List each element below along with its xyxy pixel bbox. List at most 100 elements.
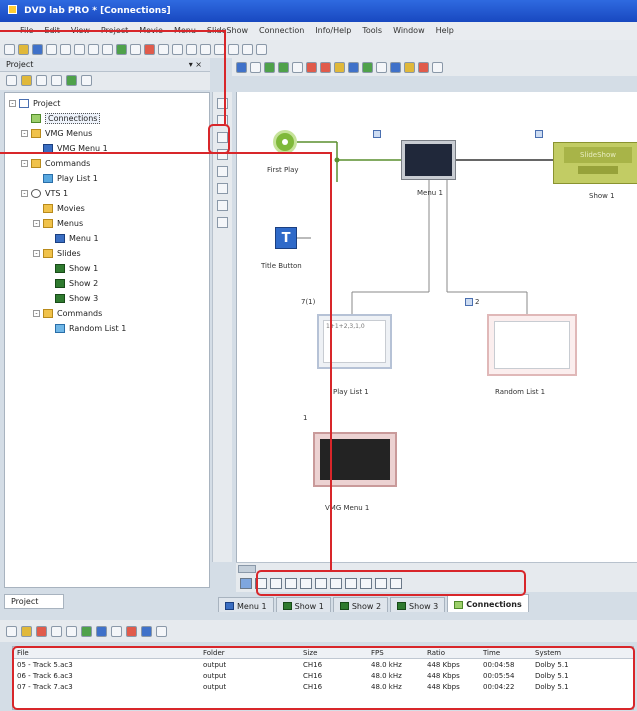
new-icon[interactable] xyxy=(4,43,15,55)
layout-icon-1[interactable] xyxy=(240,577,252,589)
column-header-time[interactable]: Time xyxy=(479,649,531,657)
redo-icon[interactable] xyxy=(102,43,113,55)
save-icon[interactable] xyxy=(32,43,43,55)
layout-icon-5[interactable] xyxy=(300,577,312,589)
menu-item-tools[interactable]: Tools xyxy=(362,26,382,35)
menu-item-menu[interactable]: Menu xyxy=(174,26,196,35)
menu-item-info-help[interactable]: Info/Help xyxy=(315,26,351,35)
search-icon[interactable] xyxy=(242,43,253,55)
tree-item[interactable]: Play List 1 xyxy=(5,171,209,186)
refresh-icon[interactable] xyxy=(66,75,77,86)
layout-icon-3[interactable] xyxy=(270,577,282,589)
tree-item[interactable]: Show 3 xyxy=(5,291,209,306)
link-icon[interactable] xyxy=(264,61,275,73)
subtitle-icon[interactable] xyxy=(126,625,137,637)
fit-icon[interactable] xyxy=(292,61,303,73)
menu-item-view[interactable]: View xyxy=(71,26,90,35)
layout-icon-4[interactable] xyxy=(285,577,297,589)
connect-tool-icon[interactable] xyxy=(217,115,228,126)
tree-item[interactable]: - Commands xyxy=(5,156,209,171)
movie-icon[interactable] xyxy=(130,43,141,55)
column-header-folder[interactable]: Folder xyxy=(199,649,299,657)
show1-node[interactable]: SlideShow xyxy=(553,142,637,184)
title-button-node[interactable]: T xyxy=(275,227,297,249)
view-icon[interactable] xyxy=(6,625,17,637)
menu-item-file[interactable]: File xyxy=(20,26,33,35)
tab-menu-1[interactable]: Menu 1 xyxy=(218,597,274,612)
layout-icon-9[interactable] xyxy=(360,577,372,589)
tree-icon[interactable] xyxy=(250,61,261,73)
project-tab[interactable]: Project xyxy=(4,594,64,609)
menu-item-slideshow[interactable]: SlideShow xyxy=(207,26,248,35)
tree-item[interactable]: - VTS 1 xyxy=(5,186,209,201)
tree-item[interactable]: Connections xyxy=(5,111,209,126)
paste-icon[interactable] xyxy=(74,43,85,55)
settings-icon[interactable] xyxy=(256,43,267,55)
zoom-tool-icon[interactable] xyxy=(217,217,228,228)
properties-icon[interactable] xyxy=(36,75,47,86)
layout-icon[interactable] xyxy=(236,61,247,73)
canvas-scrollbar[interactable] xyxy=(236,562,637,574)
grid-icon[interactable] xyxy=(186,43,197,55)
menu-item-edit[interactable]: Edit xyxy=(44,26,60,35)
shape-tool-icon[interactable] xyxy=(217,166,228,177)
tree-item[interactable]: - Slides xyxy=(5,246,209,261)
tab-connections[interactable]: Connections xyxy=(447,594,529,612)
remove-icon[interactable] xyxy=(36,625,47,637)
connect-icon[interactable] xyxy=(116,43,127,55)
folder-icon[interactable] xyxy=(404,61,415,73)
plus-tool-icon[interactable] xyxy=(217,132,228,143)
tree-item[interactable]: - Menus xyxy=(5,216,209,231)
end-action-icon[interactable] xyxy=(306,61,317,73)
tree-item[interactable]: Show 2 xyxy=(5,276,209,291)
frame-icon[interactable] xyxy=(228,43,239,55)
tree-item[interactable]: Show 1 xyxy=(5,261,209,276)
menu1-node[interactable] xyxy=(401,140,456,180)
play-icon[interactable] xyxy=(320,61,331,73)
color-icon[interactable] xyxy=(418,61,429,73)
expand-icon[interactable]: - xyxy=(21,130,28,137)
expand-icon[interactable]: - xyxy=(21,160,28,167)
expand-icon[interactable]: - xyxy=(33,220,40,227)
props-icon[interactable] xyxy=(156,625,167,637)
random-list1-node[interactable] xyxy=(487,314,577,376)
undo-icon[interactable] xyxy=(88,43,99,55)
add-show-icon[interactable] xyxy=(362,61,373,73)
tab-show-3[interactable]: Show 3 xyxy=(390,597,446,612)
playlist1-node[interactable]: 1+1+2,3,1,0 xyxy=(317,314,392,369)
delete-icon[interactable] xyxy=(51,75,62,86)
table-row[interactable]: 07 - Track 7.ac3 output CH16 48.0 kHz 448 Kb… xyxy=(13,681,633,692)
panel-pin-icon[interactable]: ▾ × xyxy=(189,60,202,69)
cut-icon[interactable] xyxy=(46,43,57,55)
layout-icon-10[interactable] xyxy=(375,577,387,589)
filter-icon[interactable] xyxy=(81,75,92,86)
preview-icon[interactable] xyxy=(144,43,155,55)
audio-icon[interactable] xyxy=(81,625,92,637)
image-icon[interactable] xyxy=(111,625,122,637)
layout-icon-2[interactable] xyxy=(255,577,267,589)
layout-icon-6[interactable] xyxy=(315,577,327,589)
menu-item-connection[interactable]: Connection xyxy=(259,26,304,35)
menu-item-help[interactable]: Help xyxy=(436,26,454,35)
layout-icon-7[interactable] xyxy=(330,577,342,589)
project-tree[interactable]: - Project Connections - VMG Menus VMG Menu 1 -… xyxy=(4,92,210,588)
menu-item-window[interactable]: Window xyxy=(393,26,425,35)
table-row[interactable]: 05 - Track 5.ac3 output CH16 48.0 kHz 448 Kb… xyxy=(13,659,633,670)
expand-icon[interactable]: - xyxy=(21,190,28,197)
add-list-icon[interactable] xyxy=(376,61,387,73)
import-icon[interactable] xyxy=(21,625,32,637)
column-header-sys[interactable]: System xyxy=(531,649,631,657)
vmg-menu1-node[interactable] xyxy=(313,432,397,487)
asset-file-table[interactable]: File Folder Size FPS Ratio Time System 05 - Tra… xyxy=(12,646,634,710)
tree-item[interactable]: - VMG Menus xyxy=(5,126,209,141)
tree-item[interactable]: VMG Menu 1 xyxy=(5,141,209,156)
tab-show-1[interactable]: Show 1 xyxy=(275,597,331,612)
open-icon[interactable] xyxy=(18,43,29,55)
layout-icon-11[interactable] xyxy=(390,577,402,589)
tree-item[interactable]: Movies xyxy=(5,201,209,216)
column-header-ratio[interactable]: Ratio xyxy=(423,649,479,657)
table-row[interactable]: 06 - Track 6.ac3 output CH16 48.0 kHz 448 Kb… xyxy=(13,670,633,681)
folder-add-icon[interactable] xyxy=(334,61,345,73)
align-icon[interactable] xyxy=(200,43,211,55)
tree-item[interactable]: - Project xyxy=(5,96,209,111)
